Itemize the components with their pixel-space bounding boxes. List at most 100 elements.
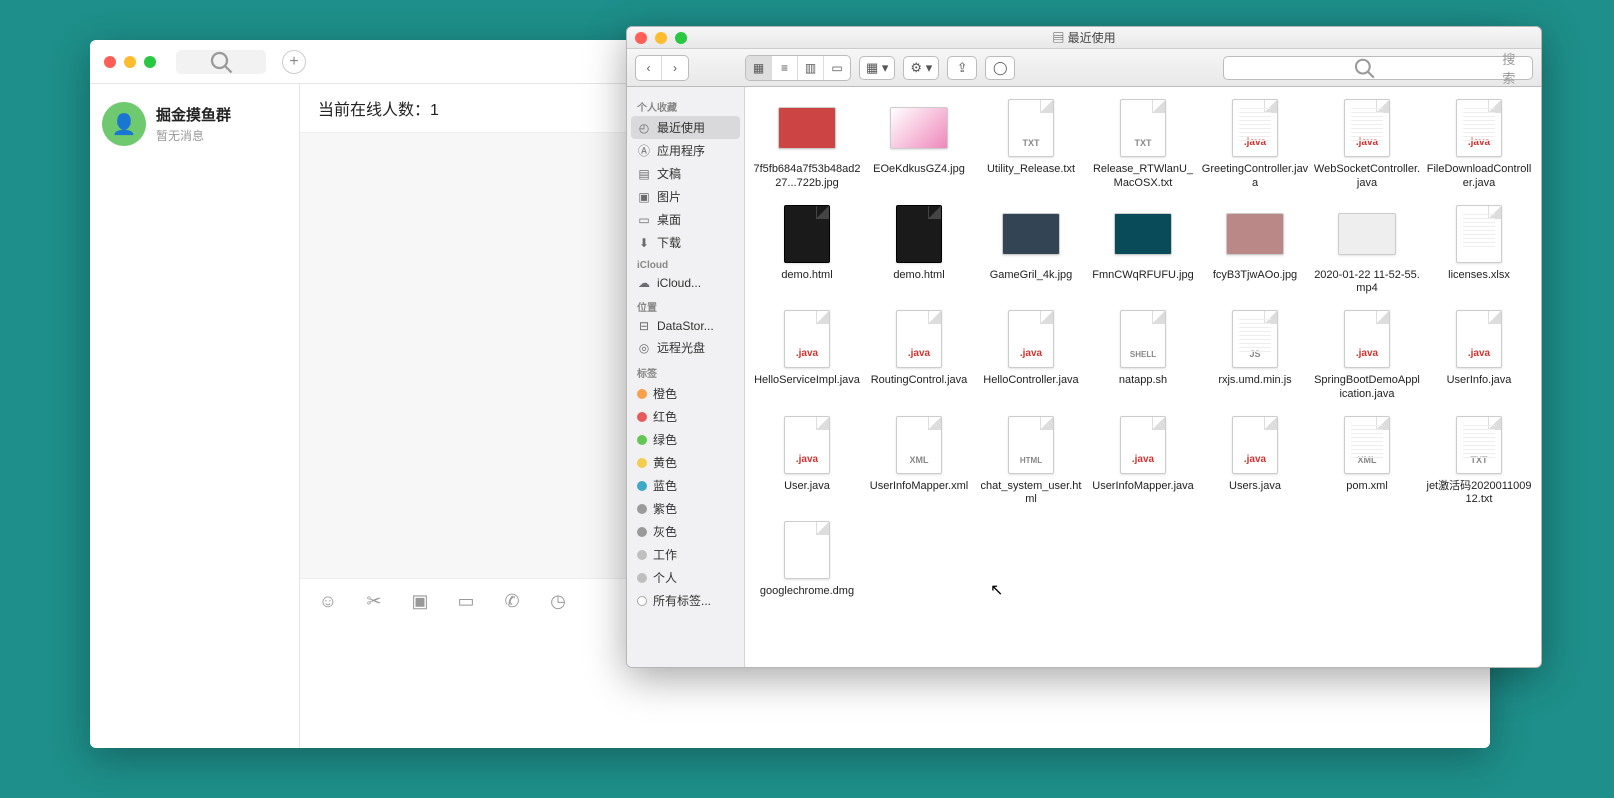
action-button[interactable]: ⚙ ▾ — [903, 56, 939, 80]
gallery-view-button[interactable]: ▭ — [824, 56, 850, 80]
file-icon — [1114, 203, 1172, 265]
file-label: googlechrome.dmg — [760, 585, 854, 599]
file-item[interactable]: demo.html — [863, 203, 975, 297]
sidebar-item-iCloud...[interactable]: ☁iCloud... — [627, 273, 744, 293]
sidebar-head-tags: 标签 — [627, 359, 744, 382]
screenshot-icon[interactable]: ▣ — [410, 591, 430, 611]
file-icon: HTML — [1002, 414, 1060, 476]
finder-search-input[interactable]: 搜索 — [1223, 56, 1533, 80]
file-item[interactable]: fcyB3TjwAOo.jpg — [1199, 203, 1311, 297]
sidebar-item-个人[interactable]: 个人 — [627, 566, 744, 589]
file-icon: .java — [1226, 414, 1284, 476]
file-item[interactable]: .javaUsers.java — [1199, 414, 1311, 508]
zoom-icon[interactable] — [675, 32, 687, 44]
clock-icon: ◴ — [637, 121, 651, 135]
file-item[interactable]: .javaUserInfoMapper.java — [1087, 414, 1199, 508]
avatar: 👤 — [102, 102, 146, 146]
file-icon — [778, 97, 836, 159]
file-item[interactable]: TXTUtility_Release.txt — [975, 97, 1087, 191]
finder-content[interactable]: 7f5fb684a7f53b48ad227...722b.jpg EOeKdkus… — [745, 87, 1541, 667]
file-item[interactable]: licenses.xlsx — [1423, 203, 1535, 297]
file-item[interactable]: .javaGreetingController.java — [1199, 97, 1311, 191]
file-item[interactable]: .javaUser.java — [751, 414, 863, 508]
chat-list-item[interactable]: 👤 掘金摸鱼群 暂无消息 — [90, 84, 299, 164]
file-label: EOeKdkusGZ4.jpg — [873, 163, 965, 177]
file-item[interactable]: googlechrome.dmg — [751, 519, 863, 599]
column-view-button[interactable]: ▥ — [798, 56, 824, 80]
sidebar-item-黄色[interactable]: 黄色 — [627, 451, 744, 474]
file-item[interactable]: SHELLnatapp.sh — [1087, 308, 1199, 402]
file-item[interactable]: EOeKdkusGZ4.jpg — [863, 97, 975, 191]
list-view-button[interactable]: ≡ — [772, 56, 798, 80]
sidebar-item-DataStor...[interactable]: ⊟DataStor... — [627, 316, 744, 336]
sidebar-item-图片[interactable]: ▣图片 — [627, 185, 744, 208]
file-icon — [1338, 203, 1396, 265]
sidebar-item-label: 最近使用 — [657, 119, 705, 136]
chat-search-input[interactable] — [176, 50, 266, 74]
sidebar-item-label: 桌面 — [657, 211, 681, 228]
file-item[interactable]: HTMLchat_system_user.html — [975, 414, 1087, 508]
file-item[interactable]: .javaSpringBootDemoApplication.java — [1311, 308, 1423, 402]
finder-titlebar[interactable]: ▤ 最近使用 — [627, 27, 1541, 49]
sidebar-item-label: 所有标签... — [653, 592, 711, 609]
sidebar-item-所有标签...[interactable]: 所有标签... — [627, 589, 744, 612]
disk-icon: ⊟ — [637, 319, 651, 333]
file-item[interactable]: 2020-01-22 11-52-55.mp4 — [1311, 203, 1423, 297]
share-button[interactable]: ⇪ — [947, 56, 977, 80]
file-item[interactable]: .javaWebSocketController.java — [1311, 97, 1423, 191]
file-item[interactable]: .javaFileDownloadController.java — [1423, 97, 1535, 191]
sidebar-item-灰色[interactable]: 灰色 — [627, 520, 744, 543]
add-button[interactable]: + — [282, 50, 306, 74]
file-item[interactable]: .javaRoutingControl.java — [863, 308, 975, 402]
icon-view-button[interactable]: ▦ — [746, 56, 772, 80]
tags-button[interactable]: ◯ — [985, 56, 1015, 80]
file-item[interactable]: FmnCWqRFUFU.jpg — [1087, 203, 1199, 297]
file-label: UserInfoMapper.java — [1092, 480, 1194, 494]
sidebar-head-favorites: 个人收藏 — [627, 93, 744, 116]
sidebar-item-最近使用[interactable]: ◴ 最近使用 — [631, 116, 740, 139]
back-button[interactable]: ‹ — [636, 56, 662, 80]
sidebar-item-紫色[interactable]: 紫色 — [627, 497, 744, 520]
file-item[interactable]: 7f5fb684a7f53b48ad227...722b.jpg — [751, 97, 863, 191]
file-item[interactable]: GameGril_4k.jpg — [975, 203, 1087, 297]
history-icon[interactable]: ◷ — [548, 591, 568, 611]
close-icon[interactable] — [635, 32, 647, 44]
file-icon: .java — [778, 308, 836, 370]
scissors-icon[interactable]: ✂ — [364, 591, 384, 611]
zoom-icon[interactable] — [144, 56, 156, 68]
file-item[interactable]: demo.html — [751, 203, 863, 297]
tag-dot-icon — [637, 389, 647, 399]
sidebar-item-桌面[interactable]: ▭桌面 — [627, 208, 744, 231]
sidebar-item-工作[interactable]: 工作 — [627, 543, 744, 566]
file-item[interactable]: XMLpom.xml — [1311, 414, 1423, 508]
group-button[interactable]: ▦ ▾ — [859, 56, 895, 80]
folder-icon[interactable]: ▭ — [456, 591, 476, 611]
sidebar-item-文稿[interactable]: ▤文稿 — [627, 162, 744, 185]
sidebar-item-label: 个人 — [653, 569, 677, 586]
file-item[interactable]: .javaHelloController.java — [975, 308, 1087, 402]
view-segment: ▦ ≡ ▥ ▭ — [745, 55, 851, 81]
sidebar-item-下载[interactable]: ⬇下载 — [627, 231, 744, 254]
sidebar-item-橙色[interactable]: 橙色 — [627, 382, 744, 405]
sidebar-item-蓝色[interactable]: 蓝色 — [627, 474, 744, 497]
file-item[interactable]: TXTRelease_RTWlanU_MacOSX.txt — [1087, 97, 1199, 191]
sidebar-item-红色[interactable]: 红色 — [627, 405, 744, 428]
file-item[interactable]: JSrxjs.umd.min.js — [1199, 308, 1311, 402]
file-label: FmnCWqRFUFU.jpg — [1092, 269, 1193, 283]
file-label: Utility_Release.txt — [987, 163, 1075, 177]
minimize-icon[interactable] — [124, 56, 136, 68]
file-label: User.java — [784, 480, 830, 494]
file-item[interactable]: XMLUserInfoMapper.xml — [863, 414, 975, 508]
emoji-icon[interactable]: ☺ — [318, 591, 338, 611]
sidebar-item-应用程序[interactable]: Ⓐ应用程序 — [627, 139, 744, 162]
close-icon[interactable] — [104, 56, 116, 68]
minimize-icon[interactable] — [655, 32, 667, 44]
sidebar-item-远程光盘[interactable]: ◎远程光盘 — [627, 336, 744, 359]
file-item[interactable]: TXTjet激活码202001100912.txt — [1423, 414, 1535, 508]
sidebar-item-绿色[interactable]: 绿色 — [627, 428, 744, 451]
phone-icon[interactable]: ✆ — [502, 591, 522, 611]
file-item[interactable]: .javaUserInfo.java — [1423, 308, 1535, 402]
forward-button[interactable]: › — [662, 56, 688, 80]
file-item[interactable]: .javaHelloServiceImpl.java — [751, 308, 863, 402]
file-icon: XML — [1338, 414, 1396, 476]
